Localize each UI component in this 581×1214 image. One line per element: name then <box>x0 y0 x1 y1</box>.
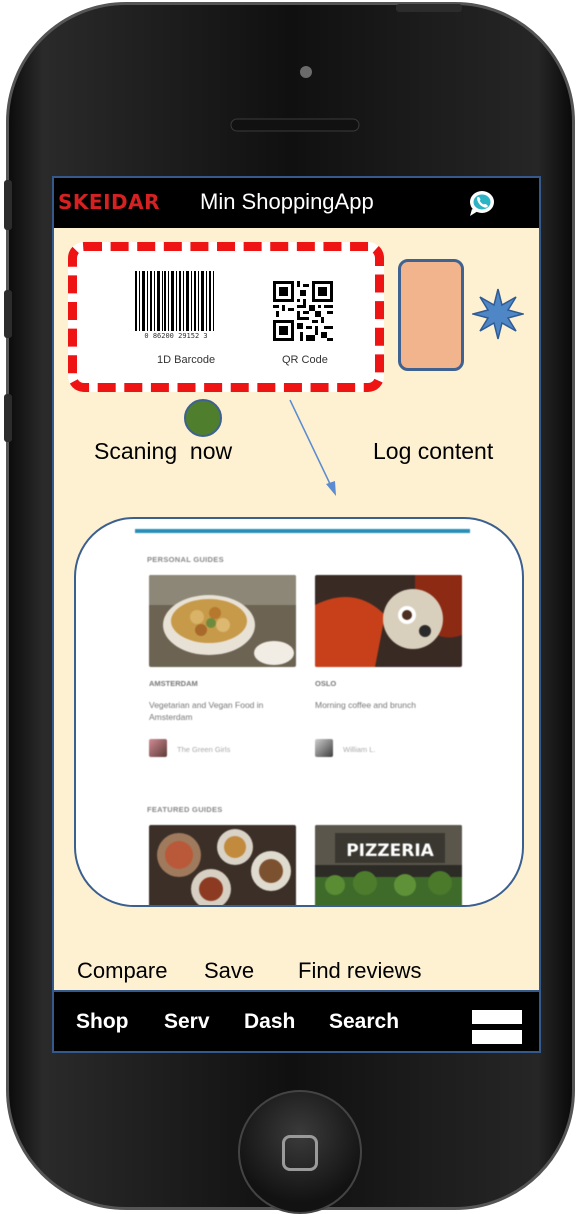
coffee-table-photo[interactable] <box>315 575 462 667</box>
find-reviews-button[interactable]: Find reviews <box>298 958 421 984</box>
home-square-icon <box>282 1135 318 1171</box>
brand-logo: SKEIDAR <box>58 190 160 214</box>
app-screen: SKEIDAR Min ShoppingApp 0 86200 29152 3 … <box>52 176 541 1053</box>
silent-switch <box>4 180 12 230</box>
guide-preview-content: PERSONAL GUIDES AMSTERDAM OSLO Vegetaria… <box>135 529 470 907</box>
log-content-panel[interactable] <box>398 259 464 371</box>
save-button[interactable]: Save <box>204 958 254 984</box>
svg-text:0 86200 29152 3: 0 86200 29152 3 <box>144 332 207 339</box>
nav-item-shop[interactable]: Shop <box>76 1010 129 1034</box>
guide-preview-card[interactable]: PERSONAL GUIDES AMSTERDAM OSLO Vegetaria… <box>74 517 524 907</box>
guide-description[interactable]: Vegetarian and Vegan Food in Amsterdam <box>149 699 299 723</box>
guide-city: AMSTERDAM <box>149 679 198 688</box>
log-content-label: Log content <box>373 438 494 464</box>
scanner-viewfinder[interactable]: 0 86200 29152 3 1D Barcode QR Code <box>68 242 384 392</box>
author-avatar <box>315 739 333 757</box>
volume-down-button <box>4 394 12 442</box>
pointer-arrow-icon <box>289 399 336 496</box>
barcode-icon: 0 86200 29152 3 <box>135 271 214 339</box>
scanning-status-dot <box>184 399 222 437</box>
hamburger-menu-icon[interactable] <box>472 1010 522 1045</box>
app-header: SKEIDAR Min ShoppingApp <box>54 178 539 228</box>
guide-author[interactable]: The Green Girls <box>177 745 230 754</box>
nav-item-serv[interactable]: Serv <box>164 1010 210 1034</box>
featured-guides-heading: FEATURED GUIDES <box>147 805 223 814</box>
scanning-status-label: Scaning now <box>94 438 233 464</box>
bottom-nav: Shop Serv Dash Search <box>54 990 539 1051</box>
guide-city: OSLO <box>315 679 337 688</box>
barcode-1d: 0 86200 29152 3 <box>131 271 221 345</box>
guide-author[interactable]: William L. <box>343 745 376 754</box>
nav-item-search[interactable]: Search <box>329 1010 399 1034</box>
author-avatar <box>149 739 167 757</box>
barcode-label: 1D Barcode <box>157 354 216 366</box>
qr-code-label: QR Code <box>282 354 328 366</box>
pizzeria-storefront-photo[interactable]: PIZZERIA <box>315 825 462 907</box>
pizzeria-sign: PIZZERIA <box>346 841 434 861</box>
compare-button[interactable]: Compare <box>77 958 167 984</box>
volume-up-button <box>4 290 12 338</box>
nav-item-dash[interactable]: Dash <box>244 1010 295 1034</box>
qr-code-icon <box>273 281 333 341</box>
app-title: Min ShoppingApp <box>200 189 374 214</box>
guide-description[interactable]: Morning coffee and brunch <box>315 699 465 711</box>
home-button[interactable] <box>238 1090 362 1214</box>
dinner-table-photo[interactable] <box>149 825 296 907</box>
power-button <box>396 4 462 12</box>
front-camera-icon <box>300 66 312 78</box>
earpiece-icon <box>230 118 360 132</box>
chat-bubble-icon[interactable] <box>467 189 497 217</box>
food-bowl-photo[interactable] <box>149 575 296 667</box>
star-burst-icon[interactable] <box>472 288 524 340</box>
personal-guides-heading: PERSONAL GUIDES <box>147 555 224 564</box>
